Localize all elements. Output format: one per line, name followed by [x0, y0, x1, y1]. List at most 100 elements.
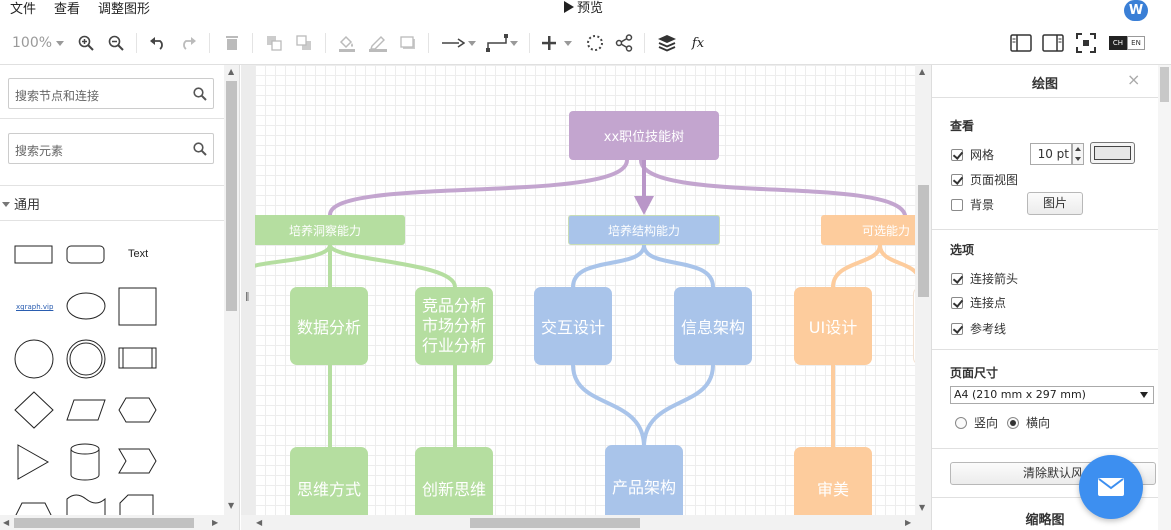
zoom-level[interactable]: 100%	[12, 35, 52, 51]
undo-icon[interactable]	[148, 30, 168, 56]
close-icon[interactable]: ×	[1127, 70, 1140, 89]
diagram-page[interactable]: xx职位技能树 培养洞察能力 培养结构能力 可选能力 数据分析 竞品分析 市场分…	[255, 65, 915, 515]
zoom-in-icon[interactable]	[76, 30, 96, 56]
parallelogram-shape[interactable]	[66, 399, 108, 423]
to-front-icon[interactable]	[264, 30, 284, 56]
page-view-checkbox[interactable]: 页面视图	[951, 171, 1018, 188]
scroll-thumb[interactable]	[470, 518, 640, 528]
canvas-area[interactable]: ‖ xx职位技能树 培养洞察能力 培养结构能力 可选能力 数据分析 竞品分析 市…	[241, 65, 931, 530]
canvas-horizontal-scrollbar[interactable]: ◀ ▶	[241, 515, 931, 530]
branch-structure-node[interactable]: 培养结构能力	[568, 215, 720, 245]
portrait-radio[interactable]: 竖向	[955, 414, 998, 431]
rectangle-shape[interactable]	[14, 245, 54, 265]
square-shape[interactable]	[118, 287, 158, 327]
diamond-shape[interactable]	[14, 391, 56, 431]
menu-adjust-shape[interactable]: 调整图形	[98, 0, 150, 20]
market-analysis-node[interactable]: 竞品分析 市场分析 行业分析	[415, 287, 493, 365]
product-architecture-node[interactable]: 产品架构	[605, 445, 683, 515]
left-vertical-scrollbar[interactable]: ▲ ▼	[224, 65, 239, 530]
text-shape[interactable]: Text	[128, 248, 148, 260]
page-size-select[interactable]: A4 (210 mm x 297 mm)	[950, 386, 1154, 404]
menu-view[interactable]: 查看	[54, 0, 80, 20]
feedback-button[interactable]	[1079, 455, 1143, 519]
scroll-left-icon[interactable]: ◀	[256, 518, 262, 527]
general-section-header[interactable]: 通用	[2, 194, 40, 213]
image-button[interactable]: 图片	[1027, 192, 1083, 215]
scroll-up-icon[interactable]: ▲	[228, 67, 234, 76]
toggle-right-panel-icon[interactable]	[1042, 30, 1064, 56]
menu-file[interactable]: 文件	[10, 0, 36, 20]
connect-arrows-checkbox[interactable]: 连接箭头	[951, 270, 1018, 287]
aesthetics-node[interactable]: 审美	[794, 447, 872, 515]
fullscreen-icon[interactable]	[1075, 30, 1097, 56]
preview-button[interactable]: 预览	[564, 0, 603, 18]
rounded-rectangle-shape[interactable]	[66, 245, 106, 265]
connect-points-checkbox[interactable]: 连接点	[951, 294, 1006, 311]
search-icon[interactable]	[193, 142, 207, 159]
card-shape[interactable]	[118, 493, 160, 517]
edit-points-icon[interactable]	[585, 30, 605, 56]
scroll-thumb[interactable]	[1160, 67, 1169, 102]
scroll-right-icon[interactable]: ▶	[905, 518, 911, 527]
thinking-node[interactable]: 思维方式	[290, 447, 368, 515]
process-shape[interactable]	[118, 347, 158, 371]
sidebar-resize-handle[interactable]: ‖	[245, 292, 250, 302]
step-shape[interactable]	[118, 448, 160, 476]
branch-insight-node[interactable]: 培养洞察能力	[255, 215, 405, 245]
cylinder-shape[interactable]	[70, 443, 102, 483]
panel-scrollbar[interactable]	[1158, 65, 1171, 530]
left-horizontal-scrollbar[interactable]: ◀ ▶	[0, 515, 224, 530]
zoom-out-icon[interactable]	[106, 30, 126, 56]
landscape-radio[interactable]: 横向	[1007, 414, 1050, 431]
search-nodes-field[interactable]: 搜索节点和连接	[8, 78, 214, 109]
connection-style-dropdown-icon[interactable]	[466, 30, 478, 56]
scroll-thumb[interactable]	[226, 81, 237, 311]
language-toggle[interactable]: CH EN	[1107, 30, 1147, 56]
ui-design-node[interactable]: UI设计	[794, 287, 872, 365]
grid-size-input[interactable]: 10 pt	[1030, 143, 1072, 165]
root-node[interactable]: xx职位技能树	[569, 111, 719, 160]
scroll-down-icon[interactable]: ▼	[228, 501, 234, 510]
line-color-icon[interactable]	[367, 30, 389, 56]
scroll-up-icon[interactable]: ▲	[919, 67, 925, 76]
link-shape[interactable]: xgraph.vip	[16, 303, 53, 311]
grid-color-button[interactable]	[1090, 142, 1135, 164]
waypoint-dropdown-icon[interactable]	[508, 30, 520, 56]
double-circle-shape[interactable]	[66, 339, 108, 381]
guides-checkbox[interactable]: 参考线	[951, 320, 1006, 337]
canvas-vertical-scrollbar[interactable]: ▲ ▼	[915, 65, 931, 515]
insert-icon[interactable]	[540, 30, 558, 56]
avatar[interactable]: W	[1124, 0, 1148, 21]
circle-shape[interactable]	[14, 339, 56, 381]
ellipse-shape[interactable]	[66, 291, 108, 321]
scroll-left-icon[interactable]: ◀	[3, 518, 9, 527]
trapezoid-shape[interactable]	[14, 497, 56, 517]
triangle-shape[interactable]	[16, 443, 52, 483]
waypoint-icon[interactable]	[485, 30, 509, 56]
formula-icon[interactable]: 𝑓x	[688, 30, 708, 56]
redo-icon[interactable]	[178, 30, 198, 56]
shadow-icon[interactable]	[398, 30, 418, 56]
scroll-thumb[interactable]	[918, 185, 929, 297]
interaction-design-node[interactable]: 交互设计	[534, 287, 612, 365]
branch-optional-node[interactable]: 可选能力	[821, 215, 915, 245]
to-back-icon[interactable]	[294, 30, 314, 56]
share-icon[interactable]	[614, 30, 634, 56]
search-elements-field[interactable]: 搜索元素	[8, 133, 214, 164]
search-icon[interactable]	[193, 87, 207, 104]
hexagon-shape[interactable]	[118, 397, 160, 425]
toggle-left-panel-icon[interactable]	[1010, 30, 1032, 56]
tape-shape[interactable]	[66, 493, 108, 517]
connection-style-icon[interactable]	[440, 30, 466, 56]
grid-size-spinner-icon[interactable]	[1072, 143, 1084, 165]
data-analysis-node[interactable]: 数据分析	[290, 287, 368, 365]
delete-icon[interactable]	[222, 30, 242, 56]
insert-dropdown-icon[interactable]	[562, 30, 574, 56]
scroll-thumb[interactable]	[14, 518, 194, 528]
scroll-down-icon[interactable]: ▼	[919, 503, 925, 512]
fill-color-icon[interactable]	[337, 30, 357, 56]
grid-checkbox[interactable]: 网格	[951, 146, 994, 163]
background-checkbox[interactable]: 背景	[951, 196, 994, 213]
layers-icon[interactable]	[656, 30, 678, 56]
zoom-dropdown-icon[interactable]	[54, 30, 66, 56]
